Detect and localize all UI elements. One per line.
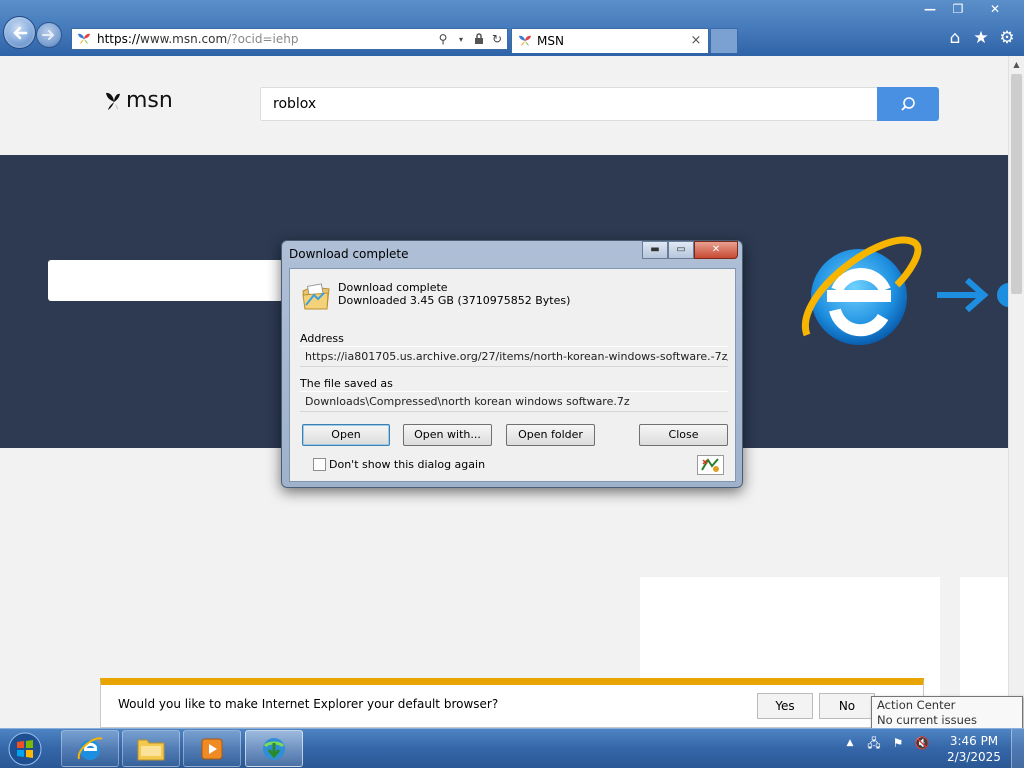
open-with-button[interactable]: Open with... <box>403 424 492 446</box>
download-heading: Download complete <box>338 281 448 294</box>
search-icon <box>901 97 915 111</box>
dialog-window-controls: ▬ ▭ ✕ <box>642 241 738 259</box>
no-button[interactable]: No <box>819 693 875 719</box>
media-player-icon <box>201 738 223 759</box>
notification-text: Would you like to make Internet Explorer… <box>118 697 499 711</box>
open-folder-button[interactable]: Open folder <box>506 424 595 446</box>
taskbar-download-manager-button[interactable] <box>245 730 303 767</box>
lock-icon[interactable] <box>471 31 487 47</box>
yes-button[interactable]: Yes <box>757 693 813 719</box>
action-center-flag-icon[interactable]: ⚑ <box>890 735 906 751</box>
download-complete-dialog: Download complete ▬ ▭ ✕ Download complet… <box>281 240 743 488</box>
maximize-button[interactable]: ❐ <box>944 0 972 18</box>
back-button[interactable] <box>3 16 36 49</box>
dont-show-checkbox[interactable] <box>313 458 326 471</box>
vertical-scrollbar[interactable]: ▲ <box>1008 56 1024 728</box>
open-button[interactable]: Open <box>302 424 390 446</box>
download-manager-icon <box>263 737 285 760</box>
url-scheme: https:// <box>97 32 141 46</box>
dialog-maximize-button[interactable]: ▭ <box>668 241 694 259</box>
forward-button[interactable] <box>36 22 62 48</box>
browser-chrome: https://www.msn.com/?ocid=iehp ⚲ ▾ ↻ MSN… <box>0 0 1024 56</box>
search-button[interactable] <box>877 87 939 121</box>
start-button[interactable] <box>3 730 47 768</box>
system-clock[interactable]: 3:46 PM 2/3/2025 <box>944 733 1004 765</box>
dont-show-label[interactable]: Don't show this dialog again <box>329 458 485 471</box>
close-window-button[interactable]: ✕ <box>972 0 1018 18</box>
back-arrow-icon <box>13 26 28 40</box>
dialog-title: Download complete <box>289 247 409 261</box>
download-folder-icon <box>300 281 332 316</box>
dialog-close-button[interactable]: ✕ <box>694 241 738 259</box>
tab-label: MSN <box>537 34 564 48</box>
msn-logo[interactable]: msn <box>104 88 173 113</box>
home-icon[interactable]: ⌂ <box>946 29 964 47</box>
show-desktop-button[interactable] <box>1011 729 1024 768</box>
clock-date: 2/3/2025 <box>947 750 1001 764</box>
tooltip-title: Action Center <box>877 698 956 712</box>
taskbar-ie-button[interactable] <box>61 730 119 767</box>
dropdown-icon[interactable]: ▾ <box>453 31 469 47</box>
dialog-minimize-button[interactable]: ▬ <box>642 241 668 259</box>
saved-as-field[interactable]: Downloads\Compressed\north korean window… <box>300 391 728 412</box>
default-browser-notification: Would you like to make Internet Explorer… <box>100 678 924 728</box>
new-tab-button[interactable] <box>710 28 738 53</box>
toolbar-icons: ⌂ ★ ⚙ <box>946 29 1016 47</box>
show-hidden-icons-icon[interactable]: ▲ <box>842 735 858 751</box>
msn-butterfly-icon <box>106 92 120 110</box>
folder-icon <box>137 739 165 760</box>
msn-favicon-icon <box>517 34 533 48</box>
taskbar-media-player-button[interactable] <box>183 730 241 767</box>
search-input[interactable] <box>260 87 878 121</box>
forward-arrow-icon <box>42 30 55 40</box>
gear-icon[interactable]: ⚙ <box>998 29 1016 47</box>
taskbar-explorer-button[interactable] <box>122 730 180 767</box>
network-icon[interactable]: 🖧 <box>866 735 882 751</box>
tab-msn[interactable]: MSN × <box>511 28 709 53</box>
url-text[interactable]: https://www.msn.com/?ocid=iehp <box>94 32 435 46</box>
volume-muted-icon[interactable]: 🔇 <box>914 735 930 751</box>
downloaded-size: Downloaded 3.45 GB (3710975852 Bytes) <box>338 294 571 307</box>
scroll-up-icon[interactable]: ▲ <box>1009 56 1024 72</box>
tab-close-icon[interactable]: × <box>688 33 704 49</box>
address-label: Address <box>300 332 344 345</box>
internet-explorer-logo-icon <box>797 235 1008 358</box>
window-controls: — ❐ ✕ <box>916 0 1018 18</box>
favorites-star-icon[interactable]: ★ <box>972 29 990 47</box>
close-button[interactable]: Close <box>639 424 728 446</box>
msn-favicon-icon <box>74 29 94 49</box>
system-tray: ▲ 🖧 ⚑ 🔇 <box>842 735 930 751</box>
dialog-body: Download complete Downloaded 3.45 GB (37… <box>289 268 736 482</box>
scroll-thumb[interactable] <box>1011 74 1022 294</box>
address-field[interactable]: https://ia801705.us.archive.org/27/items… <box>300 346 728 367</box>
address-bar[interactable]: https://www.msn.com/?ocid=iehp ⚲ ▾ ↻ <box>71 28 508 50</box>
msn-logo-text: msn <box>126 88 173 113</box>
taskbar: ▲ 🖧 ⚑ 🔇 3:46 PM 2/3/2025 <box>0 728 1024 768</box>
refresh-icon[interactable]: ↻ <box>489 31 505 47</box>
url-path: /?ocid=iehp <box>227 32 299 46</box>
hero-input[interactable] <box>48 260 283 301</box>
minimize-button[interactable]: — <box>916 0 944 18</box>
clock-time: 3:46 PM <box>949 734 999 748</box>
saved-as-label: The file saved as <box>300 377 393 390</box>
url-host: www.msn.com <box>140 32 228 46</box>
windows-logo-icon <box>8 732 42 766</box>
internet-explorer-icon <box>77 736 103 760</box>
download-accelerator-icon[interactable] <box>697 455 724 475</box>
search-icon[interactable]: ⚲ <box>435 31 451 47</box>
action-center-tooltip: Action Center No current issues detected <box>871 696 1023 742</box>
